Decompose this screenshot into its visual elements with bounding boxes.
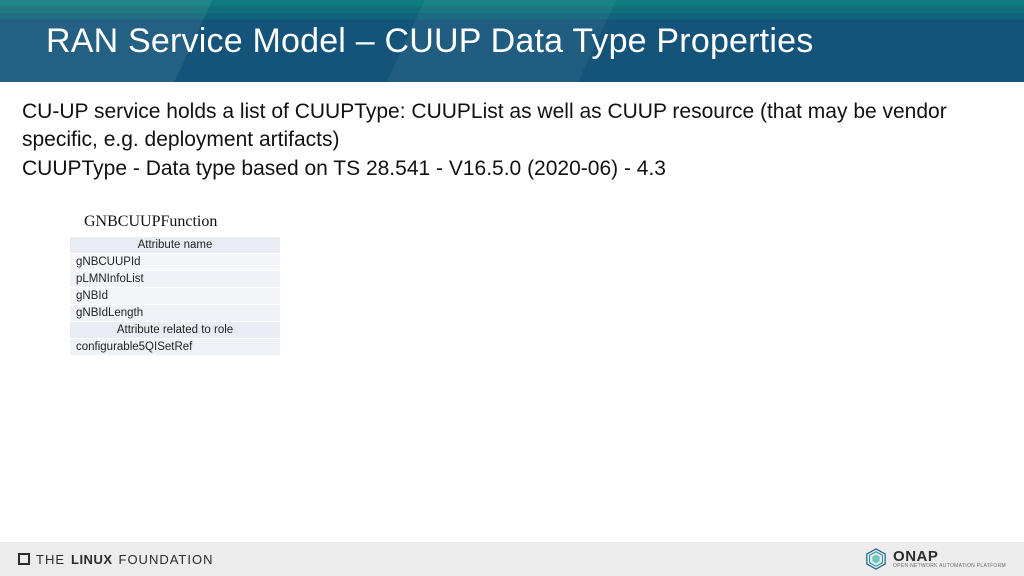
slide-title: RAN Service Model – CUUP Data Type Prope… (46, 22, 813, 61)
body-paragraph-1: CU-UP service holds a list of CUUPType: … (22, 98, 1002, 155)
slide: { "header": { "title": "RAN Service Mode… (0, 0, 1024, 576)
table-header-attribute-name: Attribute name (70, 237, 280, 254)
slide-header: RAN Service Model – CUUP Data Type Prope… (0, 0, 1024, 82)
attribute-table: Attribute name gNBCUUPId pLMNInfoList gN… (70, 237, 280, 356)
lf-foundation: FOUNDATION (119, 552, 214, 567)
lf-linux: LINUX (71, 552, 113, 567)
onap-text: ONAP OPEN NETWORK AUTOMATION PLATFORM (893, 549, 1006, 569)
onap-subtitle: OPEN NETWORK AUTOMATION PLATFORM (893, 564, 1006, 569)
table-row: pLMNInfoList (70, 271, 280, 288)
table-row: gNBId (70, 288, 280, 305)
table-title: GNBCUUPFunction (70, 213, 292, 231)
onap-title: ONAP (893, 549, 1006, 564)
onap-logo: ONAP OPEN NETWORK AUTOMATION PLATFORM (865, 548, 1006, 570)
slide-footer: THE LINUX FOUNDATION ONAP OPEN NETWORK A… (0, 542, 1024, 576)
table-row: gNBCUUPId (70, 254, 280, 271)
linux-foundation-logo: THE LINUX FOUNDATION (18, 552, 213, 567)
square-icon (18, 553, 30, 565)
table-row: configurable5QISetRef (70, 339, 280, 356)
table-header-attribute-role: Attribute related to role (70, 322, 280, 339)
table-row: gNBIdLength (70, 305, 280, 322)
hexagon-icon (865, 548, 887, 570)
body-paragraph-2: CUUPType - Data type based on TS 28.541 … (22, 155, 1002, 183)
attribute-table-container: GNBCUUPFunction Attribute name gNBCUUPId… (70, 213, 292, 356)
lf-the: THE (36, 552, 65, 567)
slide-body: CU-UP service holds a list of CUUPType: … (0, 82, 1024, 356)
